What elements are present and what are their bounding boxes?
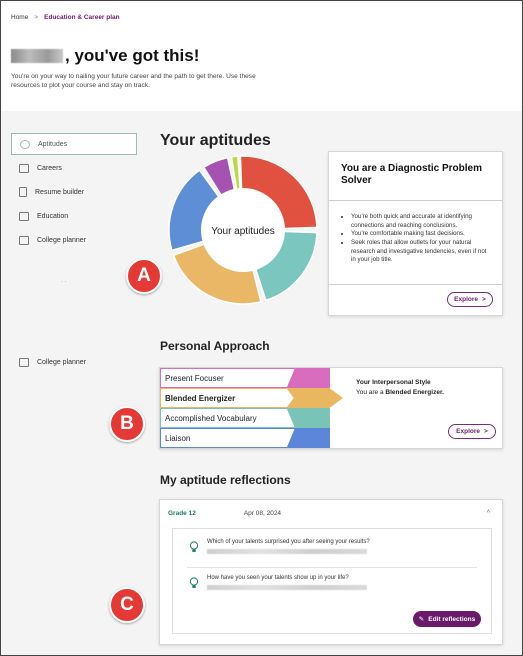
marker-c: C [109, 587, 145, 623]
reflections-panel: Which of your talents surprised you afte… [172, 528, 492, 634]
edit-reflections-button[interactable]: ✎ Edit reflections [413, 611, 481, 627]
marker-a: A [126, 258, 162, 294]
breadcrumb-home[interactable]: Home [11, 14, 28, 21]
graduation-cap-icon [19, 211, 29, 221]
sidebar-item-label: College planner [37, 358, 87, 366]
graduation-cap-icon [19, 357, 29, 367]
approach-bar [287, 409, 329, 427]
approach-explore-button[interactable]: Explore > [448, 424, 496, 439]
approach-bar [287, 369, 329, 387]
question-text: Which of your talents surprised you afte… [207, 539, 370, 545]
approach-row-present-focuser[interactable]: Present Focuser [160, 368, 330, 388]
sidebar-item-label: Careers [37, 164, 62, 172]
interpersonal-style-text: You are a Blended Energizer. [356, 388, 444, 398]
card-divider [329, 284, 502, 285]
page: Home > Education & Career plan , you've … [0, 0, 523, 656]
document-icon [19, 187, 27, 197]
aptitude-bullets: You're both quick and accurate at identi… [351, 213, 490, 265]
approach-bar [287, 429, 329, 447]
list-item: You're both quick and accurate at identi… [351, 213, 490, 230]
sidebar-item-label: Education [37, 212, 69, 220]
breadcrumb-separator: > [34, 14, 39, 21]
page-title: , you've got this! [11, 46, 199, 66]
list-item: Seek roles that allow outlets for your n… [351, 239, 490, 265]
marker-b: B [109, 406, 145, 442]
sidebar-item-education[interactable]: Education [11, 205, 137, 227]
blurred-answer [207, 549, 367, 554]
pencil-icon: ✎ [418, 616, 425, 623]
sidebar-nav: Aptitudes Careers Resume builder Educati… [11, 133, 137, 253]
approach-label: Accomplished Vocabulary [165, 413, 257, 423]
blurred-answer [207, 585, 367, 590]
interpersonal-style-prefix: You are a [356, 388, 386, 396]
approach-row-blended-energizer[interactable]: Blended Energizer [160, 388, 343, 408]
breadcrumb-current[interactable]: Education & Career plan [44, 14, 120, 21]
sidebar-item-resume-builder[interactable]: Resume builder [11, 181, 137, 203]
question-divider [187, 567, 477, 568]
card-divider [329, 200, 502, 201]
reflection-date: Apr 08, 2024 [243, 510, 282, 517]
sidebar-item-label: College planner [37, 236, 87, 244]
aptitude-card-title: You are a Diagnostic Problem Solver [341, 163, 482, 186]
sidebar-item-label: Resume builder [35, 188, 85, 196]
chevron-right-icon: > [482, 296, 486, 303]
blurred-user-name [11, 49, 63, 63]
chevron-up-icon[interactable]: ^ [487, 510, 490, 517]
sidebar-extra: College planner [11, 351, 137, 375]
lightbulb-icon [189, 541, 199, 552]
sidebar-item-aptitudes[interactable]: Aptitudes [11, 133, 137, 155]
approach-row-accomplished-vocabulary[interactable]: Accomplished Vocabulary [160, 408, 330, 428]
button-label: Explore [456, 428, 481, 435]
sidebar-item-college-planner-2[interactable]: College planner [11, 351, 137, 373]
approach-bar [287, 389, 343, 407]
graduation-cap-icon [19, 235, 29, 245]
reflection-grade: Grade 12 [168, 510, 196, 517]
reflections-card: Grade 12 Apr 08, 2024 ^ Which of your ta… [159, 499, 503, 645]
button-label: Explore [454, 296, 479, 303]
personal-approach-heading: Personal Approach [160, 339, 270, 353]
donut-center-label: Your aptitudes [211, 226, 275, 237]
button-label: Edit reflections [428, 615, 476, 623]
sidebar-dots: · · [61, 279, 67, 285]
approach-label: Present Focuser [165, 373, 224, 383]
list-item: You're comfortable making fast decisions… [351, 230, 490, 239]
aptitude-explore-button[interactable]: Explore > [447, 292, 493, 307]
breadcrumb: Home > Education & Career plan [11, 14, 120, 21]
reflection-question-2: How have you seen your talents show up i… [189, 575, 367, 590]
sidebar-item-college-planner[interactable]: College planner [11, 229, 137, 251]
reflections-header[interactable]: Grade 12 Apr 08, 2024 [168, 510, 281, 517]
page-title-text: , you've got this! [65, 46, 200, 65]
approach-label: Liaison [165, 433, 191, 443]
lightbulb-icon [189, 577, 199, 588]
page-subtitle: You're on your way to nailing your futur… [11, 73, 256, 89]
aptitudes-heading: Your aptitudes [160, 132, 271, 149]
aptitude-result-card: You are a Diagnostic Problem Solver You'… [328, 151, 503, 316]
chevron-right-icon: > [484, 428, 488, 435]
reflections-heading: My aptitude reflections [160, 473, 291, 487]
aptitudes-donut-chart[interactable]: Your aptitudes [167, 154, 319, 306]
personal-approach-card: Present Focuser Blended Energizer Accomp… [159, 367, 503, 449]
sidebar-item-careers[interactable]: Careers [11, 157, 137, 179]
briefcase-icon [19, 163, 29, 173]
interpersonal-style-value: Blended Energizer. [385, 388, 444, 396]
sidebar-item-label: Aptitudes [38, 140, 68, 148]
reflection-question-1: Which of your talents surprised you afte… [189, 539, 370, 554]
interpersonal-style-title: Your Interpersonal Style [356, 379, 431, 386]
aptitudes-icon [20, 139, 30, 149]
question-text: How have you seen your talents show up i… [207, 575, 349, 581]
approach-row-liaison[interactable]: Liaison [160, 428, 330, 448]
interpersonal-style: Your Interpersonal Style You are a Blend… [356, 378, 444, 398]
approach-label: Blended Energizer [165, 393, 236, 403]
